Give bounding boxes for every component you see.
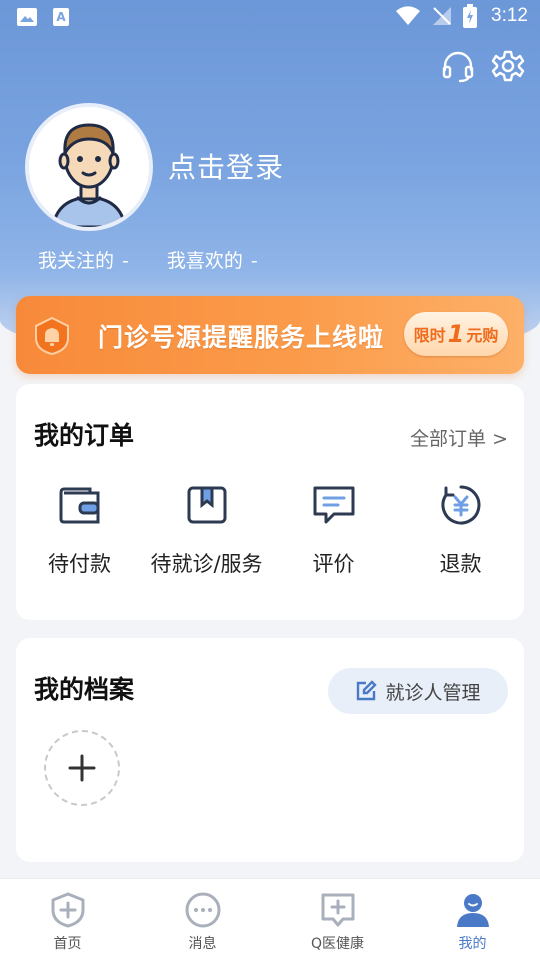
order-item-label: 退款: [439, 552, 482, 576]
liked-value: -: [250, 250, 258, 272]
liked-count[interactable]: 我喜欢的 -: [167, 246, 258, 273]
promo-banner[interactable]: 门诊号源提醒服务上线啦 限时 1 元购: [16, 296, 524, 374]
tab-label: 我的: [458, 936, 487, 952]
orders-title: 我的订单: [34, 421, 135, 450]
customer-service-button[interactable]: [440, 48, 476, 84]
patient-management-label: 就诊人管理: [385, 681, 481, 704]
patient-management-button[interactable]: 就诊人管理: [328, 668, 508, 714]
tab-messages[interactable]: 消息: [135, 879, 270, 960]
all-orders-link[interactable]: 全部订单 >: [410, 424, 508, 451]
avatar[interactable]: [25, 103, 153, 231]
shield-plus-icon: [51, 892, 84, 928]
chat-dots-icon: [185, 892, 220, 928]
tab-label: 消息: [188, 936, 217, 952]
limited-offer-badge[interactable]: 限时 1 元购: [404, 312, 508, 356]
gear-icon: [491, 50, 525, 82]
files-card: 我的档案 就诊人管理: [16, 638, 524, 862]
no-signal-icon: [433, 7, 452, 25]
yuan-refund-icon: [440, 485, 480, 525]
settings-button[interactable]: [490, 48, 526, 84]
order-item-label: 待就诊/服务: [150, 552, 263, 576]
pill-prefix: 限时: [413, 326, 446, 345]
tab-mine[interactable]: 我的: [405, 879, 540, 960]
pill-number: 1: [447, 320, 465, 348]
following-value: -: [122, 250, 129, 272]
banner-title: 门诊号源提醒服务上线啦: [98, 323, 385, 352]
status-time: 3:12: [491, 5, 528, 26]
login-link[interactable]: 点击登录: [168, 146, 284, 186]
plus-icon: [68, 754, 96, 782]
following-label: 我关注的: [38, 250, 115, 272]
pill-suffix: 元购: [466, 326, 499, 345]
status-bar: A 3:12: [0, 0, 540, 36]
orders-card: 我的订单 全部订单 > 待付款 待就诊/服务 评价 退款: [16, 384, 524, 620]
order-item-label: 评价: [312, 552, 355, 576]
order-pending-visit[interactable]: 待就诊/服务: [143, 484, 270, 578]
battery-charging-icon: [463, 4, 478, 28]
liked-label: 我喜欢的: [166, 250, 243, 272]
comment-icon: [313, 486, 354, 524]
wifi-icon: [396, 6, 421, 25]
bookmark-card-icon: [187, 486, 226, 524]
tab-health[interactable]: Q医健康: [270, 879, 405, 960]
text-a-icon: A: [53, 8, 69, 26]
svg-text:A: A: [56, 10, 66, 24]
headset-icon: [442, 51, 474, 83]
bottom-tab-bar: 首页 消息 Q医健康 我的: [0, 878, 540, 960]
tab-home[interactable]: 首页: [0, 879, 135, 960]
add-profile-button[interactable]: [44, 730, 120, 806]
medical-plus-icon: [321, 893, 354, 927]
order-item-label: 待付款: [48, 552, 111, 576]
edit-icon: [357, 680, 378, 701]
wallet-icon: [59, 487, 99, 524]
order-review[interactable]: 评价: [270, 484, 397, 578]
user-icon: [456, 894, 489, 927]
bell-shield-icon: [35, 316, 69, 356]
order-refund[interactable]: 退款: [397, 484, 524, 578]
tab-label: 首页: [53, 936, 82, 952]
user-avatar-icon: [29, 107, 149, 227]
gallery-icon: [17, 8, 37, 26]
files-title: 我的档案: [34, 675, 135, 704]
tab-label: Q医健康: [310, 936, 365, 952]
following-count[interactable]: 我关注的 -: [38, 246, 129, 273]
order-pending-payment[interactable]: 待付款: [16, 484, 143, 578]
